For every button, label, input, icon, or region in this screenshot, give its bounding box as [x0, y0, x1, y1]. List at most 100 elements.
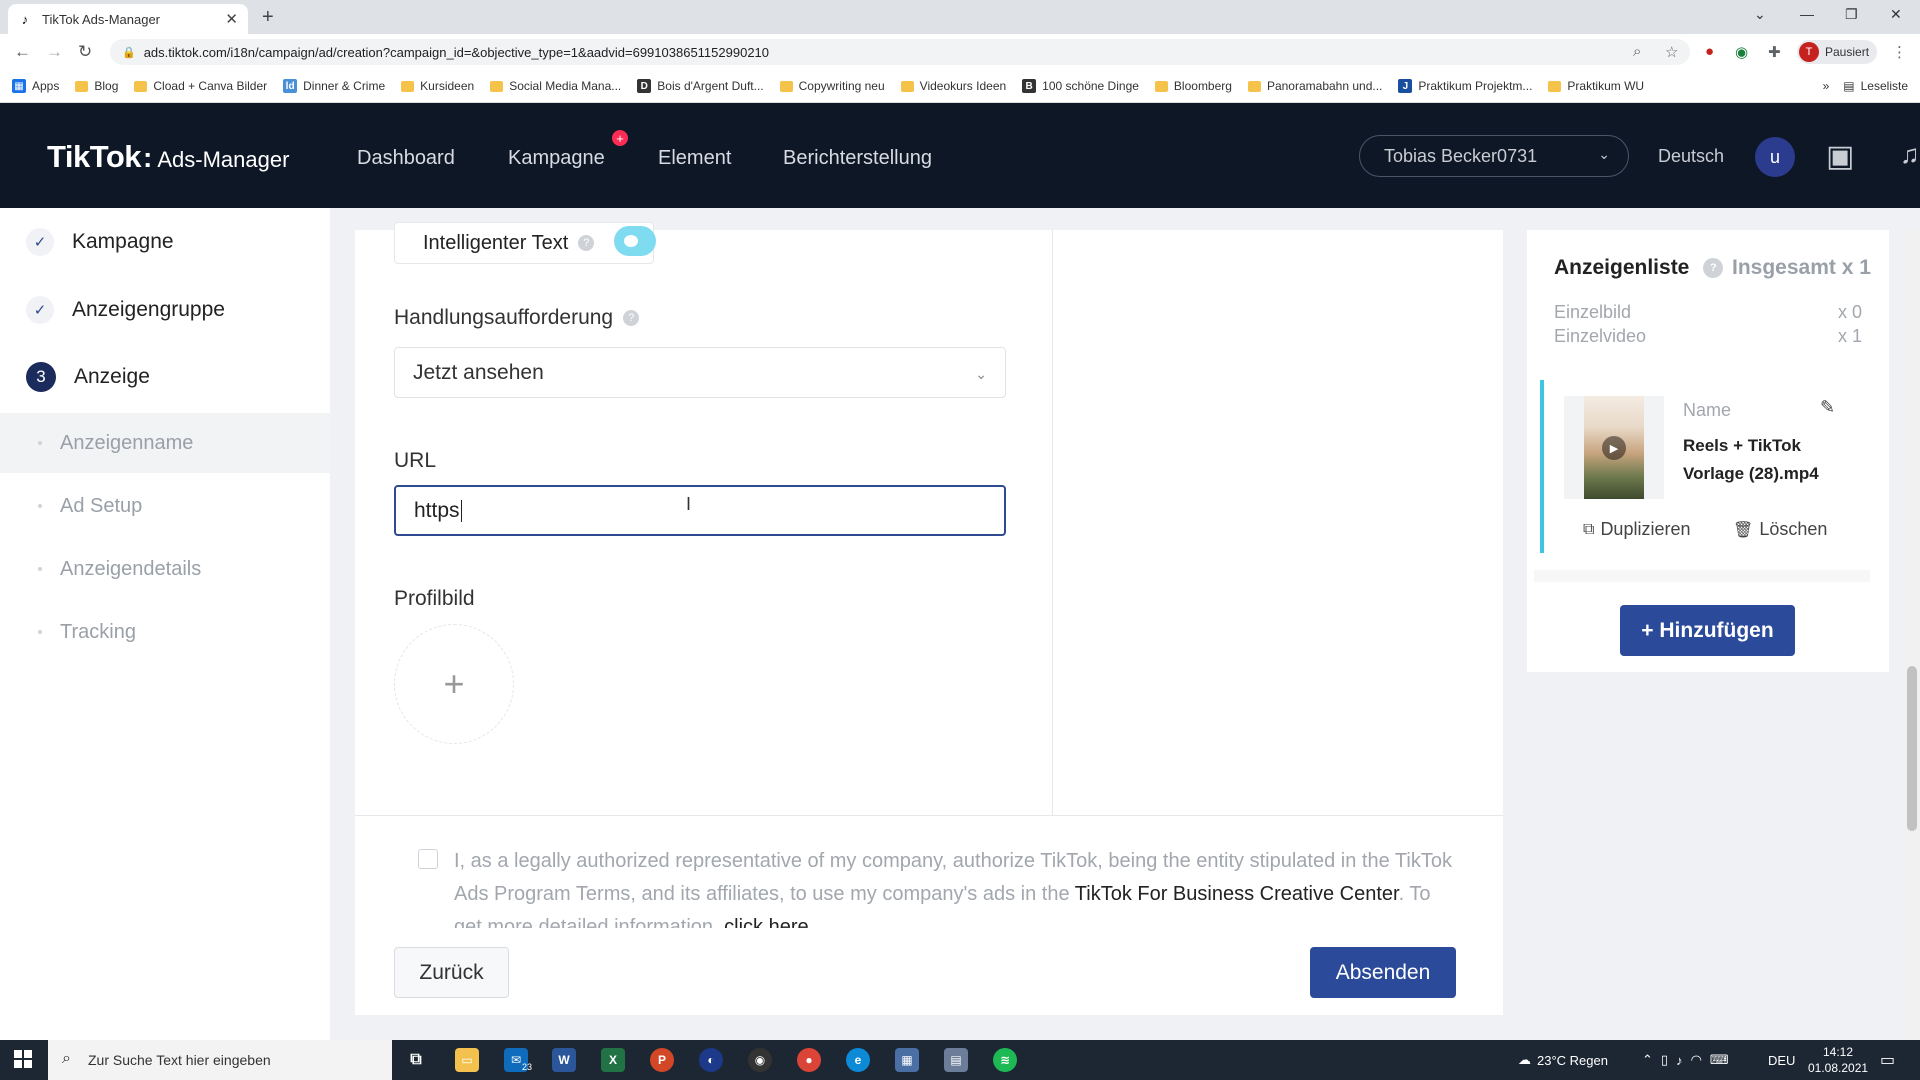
notification-center-icon[interactable]: ▭	[1880, 1040, 1895, 1080]
back-arrow-icon[interactable]: ←	[14, 42, 31, 62]
new-tab-icon[interactable]: +	[262, 6, 274, 29]
browser-tab[interactable]: ♪ TikTok Ads-Manager ✕	[8, 4, 248, 34]
excel-icon[interactable]: X	[601, 1048, 625, 1072]
bookmark-folder[interactable]: Panoramabahn und...	[1247, 79, 1382, 93]
windows-start-icon[interactable]	[14, 1050, 32, 1068]
chrome-icon[interactable]: ●	[797, 1048, 821, 1072]
spotify-icon[interactable]: ≋	[993, 1048, 1017, 1072]
play-icon: ▶	[1602, 436, 1626, 460]
bookmark-folder[interactable]: Videokurs Ideen	[900, 79, 1006, 93]
url-input[interactable]: https	[394, 485, 1006, 536]
nav-element[interactable]: Element	[658, 147, 731, 170]
url-omnibox[interactable]: 🔒 ads.tiktok.com/i18n/campaign/ad/creati…	[110, 39, 1690, 65]
profile-status: Pausiert	[1825, 45, 1870, 59]
file-explorer-icon[interactable]: ▭	[455, 1048, 479, 1072]
bookmark-star-icon[interactable]: ☆	[1665, 43, 1678, 61]
creative-center-link[interactable]: TikTok For Business Creative Center	[1075, 883, 1399, 905]
extensions-puzzle-icon[interactable]: ✚	[1768, 43, 1781, 61]
more-bookmarks-icon[interactable]: »	[1823, 79, 1830, 93]
bookmark-folder[interactable]: Blog	[75, 79, 118, 93]
substep-anzeigenname[interactable]: Anzeigenname	[0, 413, 330, 473]
page-scrollbar[interactable]	[1904, 230, 1920, 1040]
browser-menu-icon[interactable]: ⋮	[1892, 43, 1907, 61]
substep-ad-setup[interactable]: Ad Setup	[0, 476, 330, 536]
smart-text-toggle[interactable]	[614, 226, 656, 256]
bookmark-apps[interactable]: ▦ Apps	[12, 79, 59, 93]
help-icon[interactable]: ?	[1703, 258, 1724, 278]
word-icon[interactable]: W	[552, 1048, 576, 1072]
delete-button[interactable]: 🗑 Löschen	[1733, 519, 1827, 540]
weather-widget[interactable]: ☁ 23°C Regen	[1518, 1040, 1608, 1080]
add-ad-button[interactable]: + Hinzufügen	[1620, 605, 1795, 656]
step-kampagne[interactable]: ✓ Kampagne	[26, 228, 174, 256]
bullet-icon	[38, 504, 42, 508]
forward-arrow-icon[interactable]: →	[46, 42, 63, 62]
system-tray-icons[interactable]: ⌃ ▯ ♪ ◠ ⌨	[1642, 1040, 1737, 1080]
bookmark-folder[interactable]: Copywriting neu	[779, 79, 885, 93]
cta-select[interactable]: Jetzt ansehen ⌄	[394, 347, 1006, 398]
taskbar-clock[interactable]: 14:12 01.08.2021	[1808, 1044, 1868, 1076]
app-icon[interactable]: ▤	[944, 1048, 968, 1072]
obs-icon[interactable]: ◉	[748, 1048, 772, 1072]
bookmark-link[interactable]: D Bois d'Argent Duft...	[637, 79, 764, 93]
restore-icon[interactable]: ❐	[1845, 6, 1858, 23]
app-icon[interactable]: ▦	[895, 1048, 919, 1072]
language-selector[interactable]: Deutsch	[1658, 146, 1724, 167]
horizontal-scrollbar[interactable]	[1534, 570, 1870, 582]
account-selector[interactable]: Tobias Becker0731 ⌄	[1359, 135, 1629, 177]
taskbar-search-box[interactable]: ⌕ Zur Suche Text hier eingeben	[48, 1040, 392, 1080]
step-anzeige[interactable]: 3 Anzeige	[26, 362, 150, 392]
bookmark-folder[interactable]: Cload + Canva Bilder	[134, 79, 267, 93]
input-language[interactable]: DEU	[1768, 1040, 1795, 1080]
apps-grid-icon: ▦	[12, 79, 26, 93]
help-icon[interactable]: ?	[623, 310, 640, 326]
bookmark-folder[interactable]: Praktikum WU	[1548, 79, 1644, 93]
help-icon[interactable]: ?	[578, 235, 595, 251]
substep-tracking[interactable]: Tracking	[0, 602, 330, 662]
bookmark-link[interactable]: ld Dinner & Crime	[283, 79, 385, 93]
bookmark-link[interactable]: B 100 schöne Dinge	[1022, 79, 1139, 93]
bookmark-folder[interactable]: Social Media Mana...	[490, 79, 621, 93]
briefcase-icon[interactable]: ▣	[1826, 139, 1854, 174]
nav-berichterstellung[interactable]: Berichterstellung	[783, 147, 932, 170]
step-anzeigengruppe[interactable]: ✓ Anzeigengruppe	[26, 296, 225, 324]
profile-image-upload[interactable]: +	[394, 624, 514, 744]
reading-list[interactable]: » ▤ Leseliste	[1823, 79, 1908, 93]
app-icon[interactable]: ◐	[699, 1048, 723, 1072]
close-window-icon[interactable]: ✕	[1890, 6, 1902, 23]
profile-chip[interactable]: T Pausiert	[1797, 40, 1878, 64]
reading-list-icon: ▤	[1843, 79, 1855, 93]
tab-search-icon[interactable]: ⌄	[1754, 6, 1766, 23]
ad-name-value: Reels + TikTok Vorlage (28).mp4	[1683, 436, 1819, 483]
substep-anzeigendetails[interactable]: Anzeigendetails	[0, 539, 330, 599]
video-thumbnail[interactable]: ▶	[1564, 396, 1664, 499]
submit-button[interactable]: Absenden	[1310, 947, 1456, 998]
bookmark-folder[interactable]: Kursideen	[401, 79, 474, 93]
edge-icon[interactable]: e	[846, 1048, 870, 1072]
extension-icon[interactable]: ●	[1705, 43, 1714, 60]
notification-bell-icon[interactable]: ♫	[1900, 139, 1920, 170]
powerpoint-icon[interactable]: P	[650, 1048, 674, 1072]
reload-icon[interactable]: ↻	[78, 42, 92, 62]
user-avatar[interactable]: u	[1755, 137, 1795, 177]
task-view-icon[interactable]: ⧉	[404, 1048, 428, 1072]
bookmark-link[interactable]: J Praktikum Projektm...	[1398, 79, 1532, 93]
consent-checkbox[interactable]	[418, 849, 438, 869]
grammarly-extension-icon[interactable]: ◉	[1735, 43, 1748, 61]
edit-pencil-icon[interactable]: ✎	[1820, 397, 1835, 418]
duplicate-button[interactable]: ⧉ Duplizieren	[1583, 519, 1690, 540]
back-button[interactable]: Zurück	[394, 947, 509, 998]
close-tab-icon[interactable]: ✕	[225, 10, 238, 28]
lock-icon: 🔒	[122, 46, 136, 59]
nav-dashboard[interactable]: Dashboard	[357, 147, 455, 170]
nav-kampagne[interactable]: Kampagne	[508, 147, 605, 170]
windows-taskbar: ⌕ Zur Suche Text hier eingeben ⧉ ▭ ✉ 23 …	[0, 1040, 1920, 1080]
brand-name: TikTok	[47, 139, 142, 174]
minimize-icon[interactable]: —	[1800, 6, 1814, 22]
tiktok-logo[interactable]: TikTok : Ads-Manager	[47, 139, 289, 175]
step-label: Kampagne	[72, 230, 174, 253]
bookmark-folder[interactable]: Bloomberg	[1154, 79, 1232, 93]
zoom-icon[interactable]: ⌕	[1633, 43, 1641, 60]
scrollbar-thumb[interactable]	[1907, 666, 1917, 831]
bullet-icon	[38, 567, 42, 571]
